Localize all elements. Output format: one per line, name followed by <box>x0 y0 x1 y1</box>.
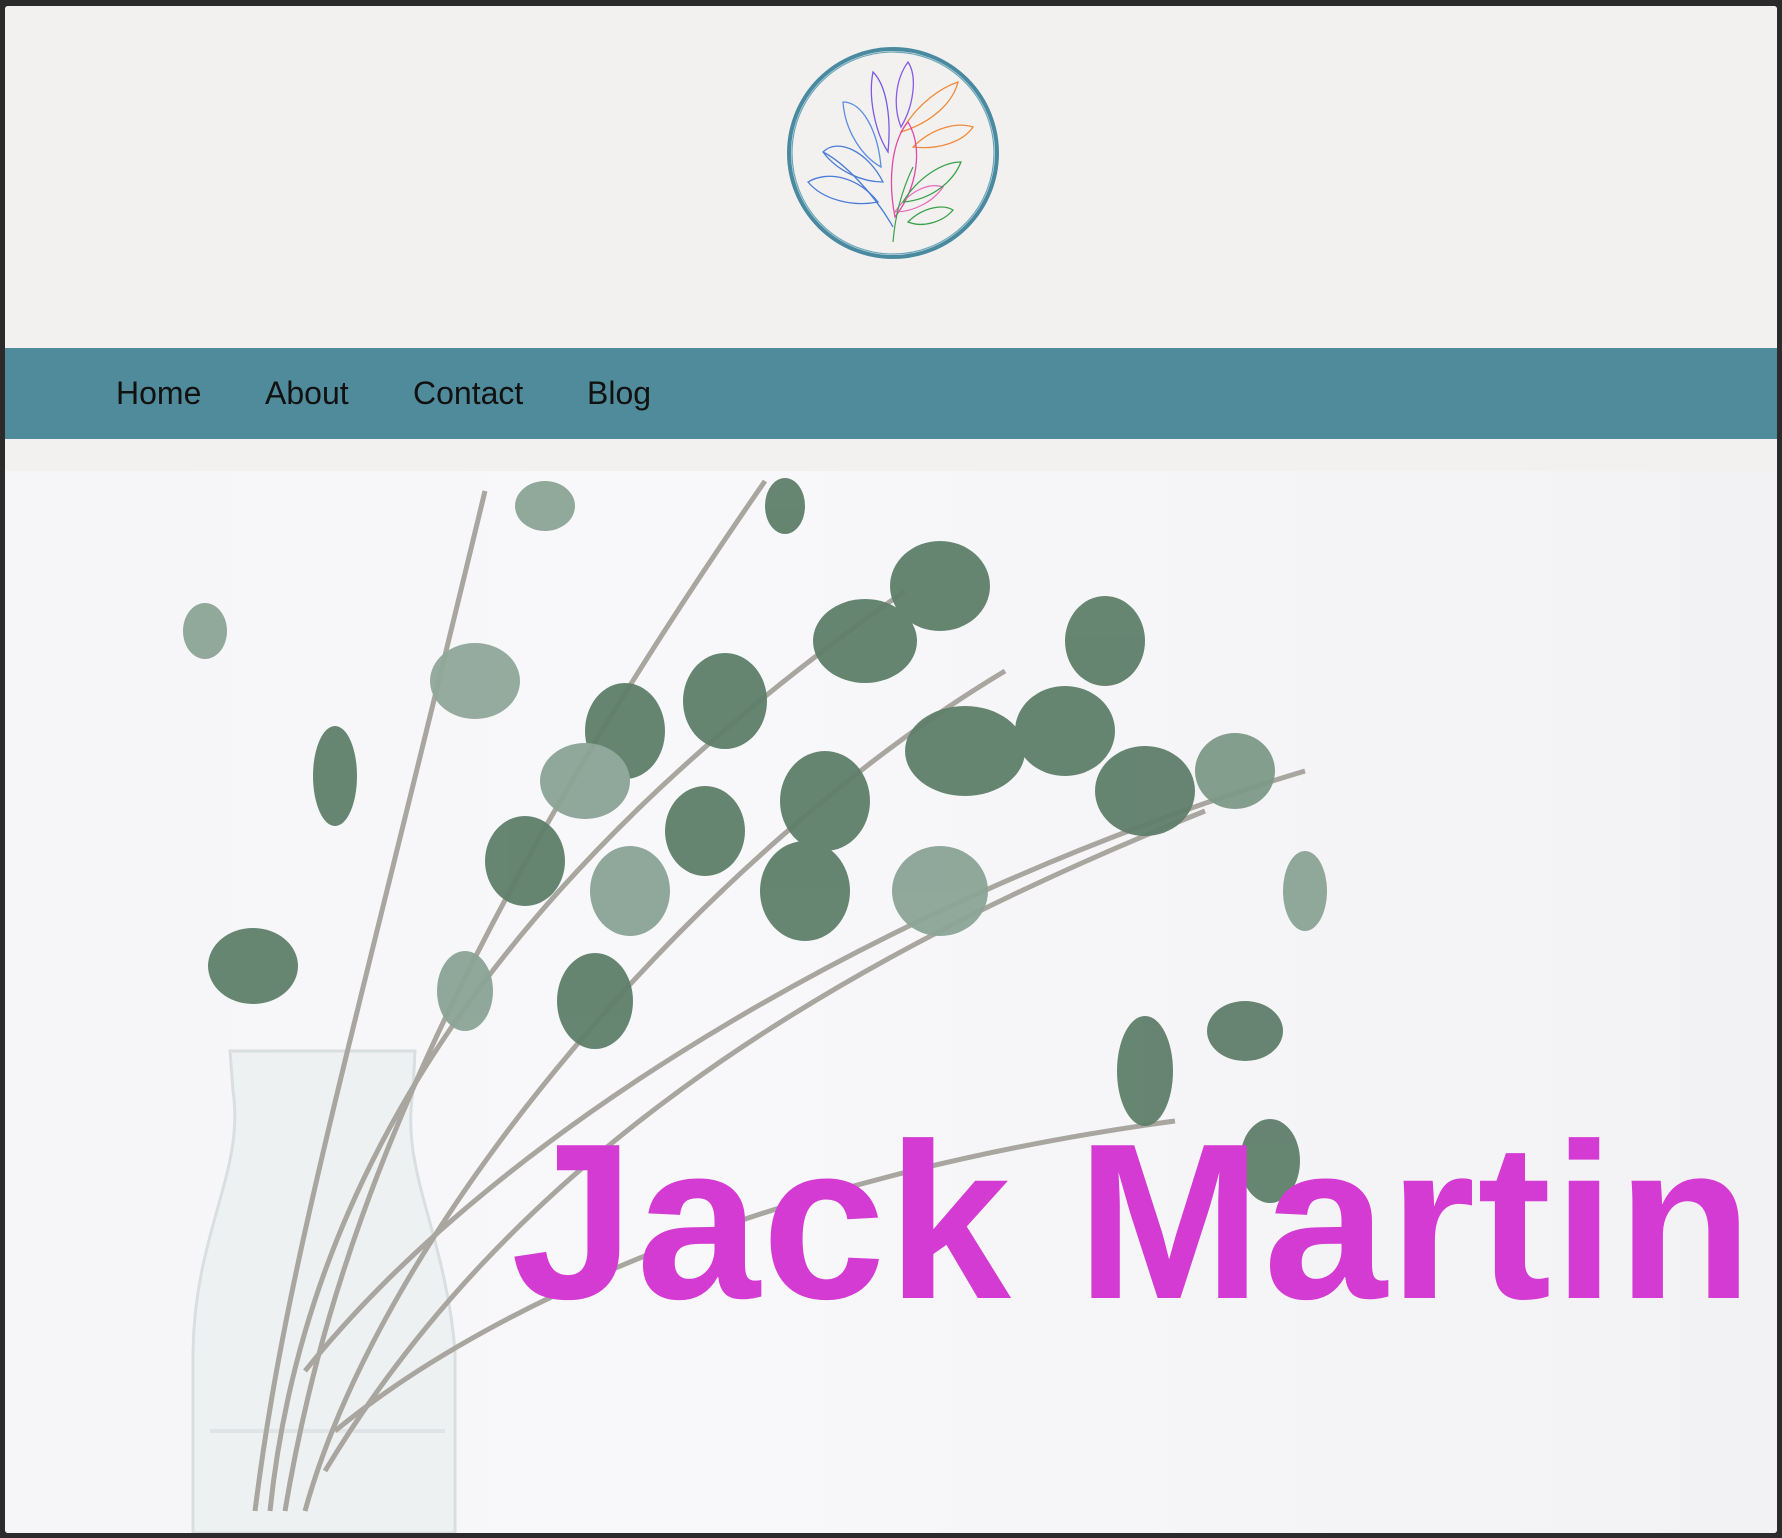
site-logo[interactable] <box>783 42 1003 264</box>
browser-viewport: Home About Contact Blog Jack Martin <box>5 6 1777 1533</box>
eucalyptus-vase-photo-icon <box>183 478 1327 1533</box>
hero-section: Jack Martin <box>5 471 1777 1533</box>
nav-item-about[interactable]: About <box>265 348 349 439</box>
nav-item-home[interactable]: Home <box>116 348 201 439</box>
nav-item-blog[interactable]: Blog <box>587 348 651 439</box>
hero-title: Jack Martin <box>511 1098 1755 1346</box>
site-header <box>5 6 1777 348</box>
botanical-leaves-logo-icon <box>787 47 999 259</box>
main-navigation: Home About Contact Blog <box>5 348 1777 439</box>
nav-spacer <box>5 439 1777 471</box>
nav-item-contact[interactable]: Contact <box>413 348 523 439</box>
